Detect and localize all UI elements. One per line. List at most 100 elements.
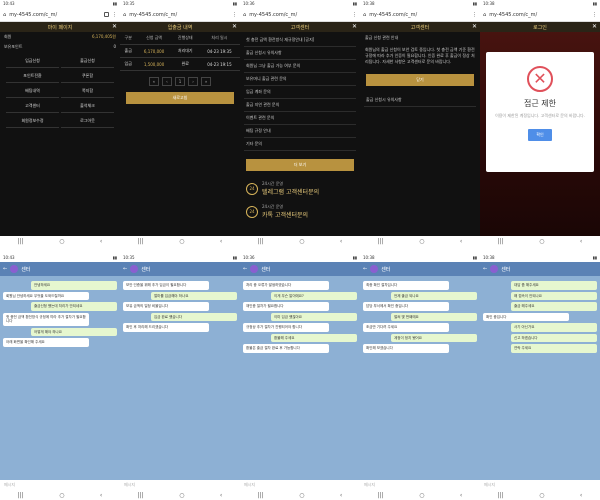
home-icon[interactable]: ⌂ xyxy=(363,12,366,18)
back-icon[interactable]: ‹ xyxy=(460,492,462,499)
menu-support[interactable]: 고객센터 xyxy=(6,100,59,113)
home-button-icon[interactable]: ○ xyxy=(539,492,544,499)
home-icon[interactable]: ⌂ xyxy=(483,12,486,18)
recent-apps-icon[interactable]: ||| xyxy=(18,492,24,499)
recent-apps-icon[interactable]: ||| xyxy=(378,492,384,499)
list-item[interactable]: 출금 신청시 유의사항 xyxy=(244,47,356,60)
home-button-icon[interactable]: ○ xyxy=(299,492,304,499)
menu-icon[interactable]: ⋮ xyxy=(472,12,477,18)
message-input[interactable]: 메시지 xyxy=(240,480,360,490)
telegram-support[interactable]: 24 24시간 운영 텔레그램 고객센터문의 xyxy=(240,177,360,200)
back-icon[interactable]: ‹ xyxy=(100,238,102,245)
menu-deposit[interactable]: 입금신청 xyxy=(6,55,59,68)
menu-icon[interactable]: ⋮ xyxy=(592,12,597,18)
message-input[interactable]: 메시지 xyxy=(480,480,600,490)
recent-apps-icon[interactable]: ||| xyxy=(378,238,384,245)
back-arrow-icon[interactable]: ← xyxy=(363,266,367,272)
list-item[interactable]: 이벤트 관련 문의 xyxy=(244,112,356,125)
list-item[interactable]: 출금 지연 관련 문의 xyxy=(244,99,356,112)
url-text[interactable]: my-4545.com/c_m/ xyxy=(249,12,349,18)
back-icon[interactable]: ‹ xyxy=(580,492,582,499)
recent-apps-icon[interactable]: ||| xyxy=(18,238,24,245)
home-button-icon[interactable]: ○ xyxy=(179,238,184,245)
chat-header: ← 센터 xyxy=(360,262,480,276)
back-icon[interactable]: ‹ xyxy=(340,492,342,499)
home-button-icon[interactable]: ○ xyxy=(299,238,304,245)
url-text[interactable]: my-4545.com/c_m/ xyxy=(369,12,469,18)
url-bar[interactable]: ⌂ my-4545.com/c_m/ ⋮ xyxy=(0,8,120,22)
menu-icon[interactable]: ⋮ xyxy=(232,12,237,18)
list-item[interactable]: 회원님 그냥 출금 가능 여부 문의 xyxy=(244,60,356,73)
menu-messages[interactable]: 쪽지함 xyxy=(61,85,114,98)
list-item[interactable]: 입금 계좌 문의 xyxy=(244,86,356,99)
page-next[interactable]: › xyxy=(188,77,198,86)
recent-apps-icon[interactable]: ||| xyxy=(258,492,264,499)
recent-apps-icon[interactable]: ||| xyxy=(138,238,144,245)
home-icon[interactable]: ⌂ xyxy=(243,12,246,18)
menu-logout[interactable]: 로그아웃 xyxy=(61,115,114,128)
page-prev[interactable]: ‹ xyxy=(162,77,172,86)
back-arrow-icon[interactable]: ← xyxy=(123,266,127,272)
menu-icon[interactable]: ⋮ xyxy=(352,12,357,18)
back-arrow-icon[interactable]: ← xyxy=(3,266,7,272)
close-icon[interactable]: ✕ xyxy=(472,23,477,30)
back-icon[interactable]: ‹ xyxy=(100,492,102,499)
page-1[interactable]: 1 xyxy=(174,77,186,86)
list-item[interactable]: 배팅 규정 안내 xyxy=(244,125,356,138)
list-item[interactable]: 첫 충전 금액 환전방식 재규정안내 [공지] xyxy=(244,34,356,47)
back-icon[interactable]: ‹ xyxy=(340,238,342,245)
menu-profile[interactable]: 회원정보수정 xyxy=(6,115,59,128)
url-bar[interactable]: ⌂ my-4545.com/c_m/⋮ xyxy=(240,8,360,22)
recent-apps-icon[interactable]: ||| xyxy=(498,238,504,245)
list-item[interactable]: 기타 문의 xyxy=(244,138,356,151)
recent-apps-icon[interactable]: ||| xyxy=(498,492,504,499)
url-text[interactable]: my-4545.com/c_m/ xyxy=(129,12,229,18)
close-icon[interactable]: ✕ xyxy=(112,23,117,30)
menu-bets[interactable]: 배팅내역 xyxy=(6,85,59,98)
home-button-icon[interactable]: ○ xyxy=(539,238,544,245)
close-icon[interactable]: ✕ xyxy=(352,23,357,30)
back-icon[interactable]: ‹ xyxy=(220,238,222,245)
url-bar[interactable]: ⌂ my-4545.com/c_m/⋮ xyxy=(480,8,600,22)
back-icon[interactable]: ‹ xyxy=(460,238,462,245)
home-icon[interactable]: ⌂ xyxy=(3,12,6,18)
message-input[interactable]: 메시지 xyxy=(360,480,480,490)
url-bar[interactable]: ⌂ my-4545.com/c_m/⋮ xyxy=(120,8,240,22)
menu-withdraw[interactable]: 출금신청 xyxy=(61,55,114,68)
message-input[interactable]: 메시지 xyxy=(120,480,240,490)
list-item[interactable]: 보유머니 출금 관련 문의 xyxy=(244,73,356,86)
recent-apps-icon[interactable]: ||| xyxy=(258,238,264,245)
url-bar[interactable]: ⌂ my-4545.com/c_m/⋮ xyxy=(360,8,480,22)
home-icon[interactable]: ⌂ xyxy=(123,12,126,18)
home-button-icon[interactable]: ○ xyxy=(179,492,184,499)
home-button-icon[interactable]: ○ xyxy=(419,492,424,499)
status-bar: 10:38 ▮▮ xyxy=(360,0,480,8)
page-last[interactable]: » xyxy=(200,77,212,86)
home-button-icon[interactable]: ○ xyxy=(59,238,64,245)
close-icon[interactable]: ✕ xyxy=(232,23,237,30)
menu-point[interactable]: 포인트전환 xyxy=(6,70,59,83)
menu-attendance[interactable]: 출석체크 xyxy=(61,100,114,113)
refresh-button[interactable]: 새로고침 xyxy=(126,92,234,104)
tabs-icon[interactable] xyxy=(104,12,109,17)
kakao-support[interactable]: 24 24시간 운영 카톡 고객센터문의 xyxy=(240,200,360,223)
home-button-icon[interactable]: ○ xyxy=(419,238,424,245)
confirm-button[interactable]: 확인 xyxy=(528,129,552,141)
page-first[interactable]: « xyxy=(148,77,160,86)
back-arrow-icon[interactable]: ← xyxy=(483,266,487,272)
notice-body: 고객센터 ✕ 출금 신청 관련 안내 회원님의 출금 신청이 보안 검토 중입니다… xyxy=(360,22,480,236)
home-button-icon[interactable]: ○ xyxy=(59,492,64,499)
menu-coupon[interactable]: 쿠폰함 xyxy=(61,70,114,83)
back-arrow-icon[interactable]: ← xyxy=(243,266,247,272)
more-button[interactable]: 더 보기 xyxy=(246,159,354,171)
recent-apps-icon[interactable]: ||| xyxy=(138,492,144,499)
menu-icon[interactable]: ⋮ xyxy=(112,12,117,18)
list-item[interactable]: 출금 신청시 유의사항 xyxy=(364,94,476,107)
url-text[interactable]: my-4545.com/c_m/ xyxy=(9,12,101,18)
close-button[interactable]: 닫기 xyxy=(366,74,474,86)
url-text[interactable]: my-4545.com/c_m/ xyxy=(489,12,589,18)
close-icon[interactable]: ✕ xyxy=(592,23,597,30)
message-input[interactable]: 메시지 xyxy=(0,480,120,490)
back-icon[interactable]: ‹ xyxy=(580,238,582,245)
back-icon[interactable]: ‹ xyxy=(220,492,222,499)
